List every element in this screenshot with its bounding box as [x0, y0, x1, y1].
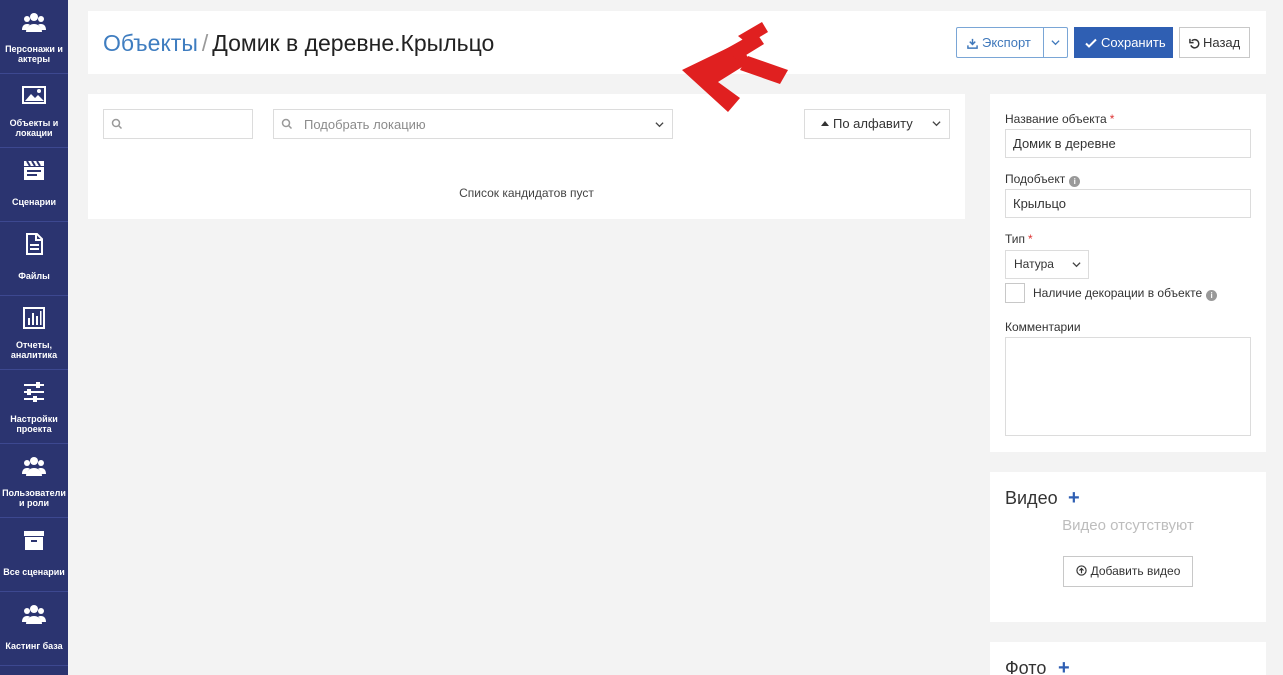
sidebar-item-label: Персонажи и актеры: [5, 44, 63, 64]
file-icon: [26, 233, 43, 255]
sidebar-item-label: Пользователи и роли: [2, 488, 66, 508]
type-value: Натура: [1014, 257, 1054, 271]
chevron-down-icon: [1051, 40, 1060, 46]
chevron-down-icon: [1072, 262, 1081, 268]
search-icon: [111, 118, 123, 130]
photo-title: Фото: [1005, 658, 1047, 675]
video-section: Видео + Видео отсутствуют Добавить видео: [990, 472, 1266, 622]
sidebar-item-label: Сценарии: [11, 197, 57, 207]
sidebar-item-label: Объекты и локации: [9, 118, 59, 138]
sliders-icon: [24, 382, 44, 402]
comments-label: Комментарии: [1005, 320, 1081, 334]
sidebar-item-users[interactable]: Пользователи и роли: [0, 444, 68, 518]
chevron-down-icon: [932, 121, 941, 127]
sidebar-item-scripts[interactable]: Сценарии: [0, 148, 68, 222]
save-button[interactable]: Сохранить: [1074, 27, 1173, 58]
users-icon: [22, 457, 46, 476]
save-label: Сохранить: [1101, 35, 1166, 50]
location-placeholder: Подобрать локацию: [304, 117, 426, 132]
image-icon: [22, 86, 46, 104]
object-name-label: Название объекта *: [1005, 112, 1115, 126]
video-title: Видео: [1005, 488, 1058, 508]
breadcrumb: Объекты / Домик в деревне.Крыльцо: [103, 29, 494, 57]
info-icon: i: [1069, 176, 1081, 187]
info-icon: i: [1206, 290, 1218, 301]
sort-asc-icon: [821, 121, 829, 126]
add-video-label: Добавить видео: [1090, 564, 1181, 578]
location-select[interactable]: Подобрать локацию: [273, 109, 673, 139]
photo-section: Фото +: [990, 642, 1266, 675]
page-header: Объекты / Домик в деревне.Крыльцо Экспорт …: [88, 11, 1266, 74]
candidates-panel: Подобрать локацию По алфавиту Список кан…: [88, 94, 965, 219]
sidebar-item-characters[interactable]: Персонажи и актеры: [0, 0, 68, 74]
users-icon: [22, 605, 46, 624]
bar-chart-icon: [23, 307, 45, 329]
add-video-button[interactable]: Добавить видео: [1063, 556, 1193, 587]
sort-label: По алфавиту: [833, 116, 913, 131]
back-button[interactable]: Назад: [1179, 27, 1250, 58]
sidebar-item-objects[interactable]: Объекты и локации: [0, 74, 68, 148]
export-dropdown-button[interactable]: [1043, 27, 1068, 58]
clapperboard-icon: [24, 160, 44, 180]
add-video-plus-icon[interactable]: +: [1068, 487, 1080, 510]
breadcrumb-objects-link[interactable]: Объекты: [103, 30, 198, 56]
download-icon: [967, 38, 978, 49]
object-name-input[interactable]: Домик в деревне: [1005, 129, 1251, 158]
page-title: Домик в деревне.Крыльцо: [212, 30, 495, 56]
search-input[interactable]: [103, 109, 253, 139]
sidebar-item-files[interactable]: Файлы: [0, 222, 68, 296]
sidebar-item-label: Кастинг база: [5, 641, 63, 651]
check-icon: [1085, 38, 1097, 48]
sidebar-item-casting[interactable]: Кастинг база: [0, 592, 68, 666]
sidebar-item-all-scripts[interactable]: Все сценарии: [0, 518, 68, 592]
subobject-label: Подобъект i: [1005, 172, 1081, 187]
no-video-message: Видео отсутствуют: [1062, 517, 1194, 534]
breadcrumb-separator: /: [201, 30, 209, 56]
users-icon: [22, 13, 46, 32]
arrow-annotation-icon: [682, 22, 788, 112]
export-label: Экспорт: [982, 35, 1031, 50]
undo-icon: [1189, 38, 1200, 49]
chevron-down-icon: [655, 122, 664, 128]
sidebar-item-label: Настройки проекта: [10, 414, 58, 434]
search-icon: [281, 118, 293, 130]
upload-circle-icon: [1075, 565, 1087, 576]
comments-textarea[interactable]: [1005, 337, 1251, 436]
back-label: Назад: [1203, 35, 1241, 50]
sidebar: Персонажи и актеры Объекты и локации Сце…: [0, 0, 68, 675]
sidebar-item-label: Файлы: [18, 271, 50, 281]
decoration-checkbox[interactable]: [1005, 283, 1025, 303]
export-button[interactable]: Экспорт: [956, 27, 1044, 58]
sidebar-item-settings[interactable]: Настройки проекта: [0, 370, 68, 444]
type-select[interactable]: Натура: [1005, 250, 1089, 279]
empty-candidates-message: Список кандидатов пуст: [459, 186, 594, 200]
object-form: Название объекта * Домик в деревне Подобъ…: [990, 94, 1266, 452]
type-label: Тип *: [1005, 232, 1033, 246]
sidebar-item-label: Отчеты, аналитика: [10, 340, 58, 360]
sidebar-item-reports[interactable]: Отчеты, аналитика: [0, 296, 68, 370]
archive-icon: [24, 531, 44, 550]
decoration-label: Наличие декорации в объекте i: [1033, 286, 1218, 301]
subobject-input[interactable]: Крыльцо: [1005, 189, 1251, 218]
add-photo-plus-icon[interactable]: +: [1058, 657, 1070, 675]
sort-dropdown[interactable]: По алфавиту: [804, 109, 950, 139]
sidebar-item-label: Все сценарии: [3, 567, 65, 577]
